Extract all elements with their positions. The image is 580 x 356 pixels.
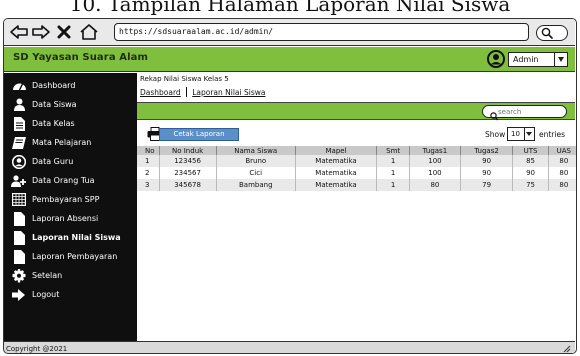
table-cell: 234567 xyxy=(158,167,217,179)
sidebar-item-data-siswa[interactable]: Data Siswa xyxy=(4,95,137,114)
table-cell: 100 xyxy=(409,155,461,167)
footer: Copyright @2021 xyxy=(4,341,575,353)
sidebar-item-data-orang-tua[interactable]: Data Orang Tua xyxy=(4,171,137,190)
copyright-text: Copyright @2021 xyxy=(6,345,68,353)
table-search[interactable] xyxy=(482,105,567,121)
table-cell: 75 xyxy=(512,179,549,191)
forward-arrow-icon[interactable] xyxy=(32,22,50,42)
sidebar-item-dashboard[interactable]: Dashboard xyxy=(4,76,137,95)
table-cell: 1 xyxy=(376,155,410,167)
table-cell: 90 xyxy=(459,155,513,167)
table-cell: 3 xyxy=(137,179,160,191)
sidebar-item-laporan-pembayaran[interactable]: Laporan Pembayaran xyxy=(4,247,137,266)
table-cell: 90 xyxy=(512,167,549,179)
brand-title: SD Yayasan Suara Alam xyxy=(13,52,148,63)
browser-toolbar: https://sdsuaraalam.ac.id/admin/ xyxy=(4,19,575,46)
breadcrumb-dashboard-link[interactable]: Dashboard xyxy=(140,88,181,97)
user-group-icon xyxy=(11,173,27,189)
table-row[interactable]: 1 123456 Bruno Matematika 1 100 90 85 80 xyxy=(137,155,576,167)
table-cell: 85 xyxy=(512,155,549,167)
table-cell: Bruno xyxy=(215,155,296,167)
sidebar-item-data-guru[interactable]: Data Guru xyxy=(4,152,137,171)
sidebar-item-logout[interactable]: Logout xyxy=(4,285,137,304)
table-cell: Matematika xyxy=(294,179,377,191)
print-report-button[interactable]: Cetak Laporan xyxy=(159,128,239,141)
table-row[interactable]: 3 345678 Bambang Matematika 1 80 79 75 8… xyxy=(137,179,576,191)
table-cell: 80 xyxy=(547,167,576,179)
table-cell: 1 xyxy=(376,179,410,191)
app-header: SD Yayasan Suara Alam Admin xyxy=(4,47,575,72)
address-bar[interactable]: https://sdsuaraalam.ac.id/admin/ xyxy=(114,23,529,41)
user-circle-icon xyxy=(11,154,27,170)
document-icon xyxy=(11,230,27,246)
show-label: Show xyxy=(485,130,506,139)
browser-search-button[interactable] xyxy=(536,25,568,41)
back-arrow-icon[interactable] xyxy=(10,22,28,42)
sidebar: Dashboard Data Siswa Data Kelas Mata Pel… xyxy=(4,73,137,353)
table-cell: Matematika xyxy=(294,155,377,167)
breadcrumb: Dashboard Laporan Nilai Siswa xyxy=(140,87,265,97)
table-cell: 80 xyxy=(409,179,461,191)
resize-handle-icon[interactable] xyxy=(563,345,571,353)
column-header[interactable]: Nama Siswa xyxy=(215,146,296,155)
table-cell: 79 xyxy=(459,179,513,191)
column-header[interactable]: No xyxy=(137,146,160,155)
sidebar-item-pembayaran-spp[interactable]: Pembayaran SPP xyxy=(4,190,137,209)
sidebar-item-data-kelas[interactable]: Data Kelas xyxy=(4,114,137,133)
column-header[interactable]: UTS xyxy=(512,146,549,155)
column-header[interactable]: UAS xyxy=(547,146,576,155)
search-icon xyxy=(490,106,499,125)
document-icon xyxy=(11,249,27,265)
entries-label: entries xyxy=(539,130,565,139)
table-cell: 345678 xyxy=(158,179,217,191)
table-cell: 2 xyxy=(145,169,150,177)
table-cell: 1 xyxy=(137,155,160,167)
search-input[interactable] xyxy=(498,107,558,116)
table-cell: 80 xyxy=(547,179,576,191)
table-row[interactable]: 2 234567 Cici Matematika 1 100 90 90 80 xyxy=(137,167,576,179)
sidebar-item-laporan-absensi[interactable]: Laporan Absensi xyxy=(4,209,137,228)
column-header[interactable]: Smt xyxy=(376,146,410,155)
user-menu-dropdown[interactable] xyxy=(554,52,568,67)
grades-table: No No Induk Nama Siswa Mapel Smt Tugas1 … xyxy=(137,146,576,191)
document-icon xyxy=(11,211,27,227)
browser-window: https://sdsuaraalam.ac.id/admin/ SD Yaya… xyxy=(3,18,577,354)
table-cell: 90 xyxy=(459,167,513,179)
figure-caption: 10. Tampilan Halaman Laporan Nilai Siswa xyxy=(69,0,511,16)
main-content: Rekap Nilai Siswa Kelas 5 Dashboard Lapo… xyxy=(137,73,576,353)
sidebar-item-laporan-nilai-siswa[interactable]: Laporan Nilai Siswa xyxy=(4,228,137,247)
logout-icon xyxy=(11,287,27,303)
column-header[interactable]: Tugas2 xyxy=(459,146,513,155)
entries-select[interactable]: 10 xyxy=(507,127,535,141)
page-title: Rekap Nilai Siswa Kelas 5 xyxy=(140,75,229,83)
breadcrumb-separator xyxy=(185,87,188,97)
sidebar-item-mata-pelajaran[interactable]: Mata Pelajaran xyxy=(4,133,137,152)
sidebar-item-setelan[interactable]: Setelan xyxy=(4,266,137,285)
book-icon xyxy=(11,135,27,151)
table-cell: Matematika xyxy=(294,167,377,179)
search-icon xyxy=(541,27,553,39)
document-icon xyxy=(11,116,27,132)
user-menu-label[interactable]: Admin xyxy=(508,52,556,67)
user-avatar-icon[interactable] xyxy=(487,50,505,72)
table-cell: Cici xyxy=(215,167,296,179)
column-header[interactable]: Tugas1 xyxy=(409,146,461,155)
gear-icon xyxy=(11,268,27,284)
calendar-grid-icon xyxy=(11,192,27,208)
table-cell: 123456 xyxy=(158,155,217,167)
table-cell: Bambang xyxy=(215,179,296,191)
table-header-row: No No Induk Nama Siswa Mapel Smt Tugas1 … xyxy=(137,146,576,155)
column-header[interactable]: No Induk xyxy=(158,146,217,155)
table-cell: 1 xyxy=(376,167,410,179)
column-header[interactable]: Mapel xyxy=(294,146,377,155)
close-icon[interactable] xyxy=(56,22,72,42)
breadcrumb-current-link[interactable]: Laporan Nilai Siswa xyxy=(192,88,265,97)
home-icon[interactable] xyxy=(79,22,99,42)
table-cell: 100 xyxy=(409,167,461,179)
content-toolbar xyxy=(137,102,575,121)
user-icon xyxy=(11,97,27,113)
dashboard-icon xyxy=(11,78,27,94)
table-cell: 80 xyxy=(547,155,576,167)
